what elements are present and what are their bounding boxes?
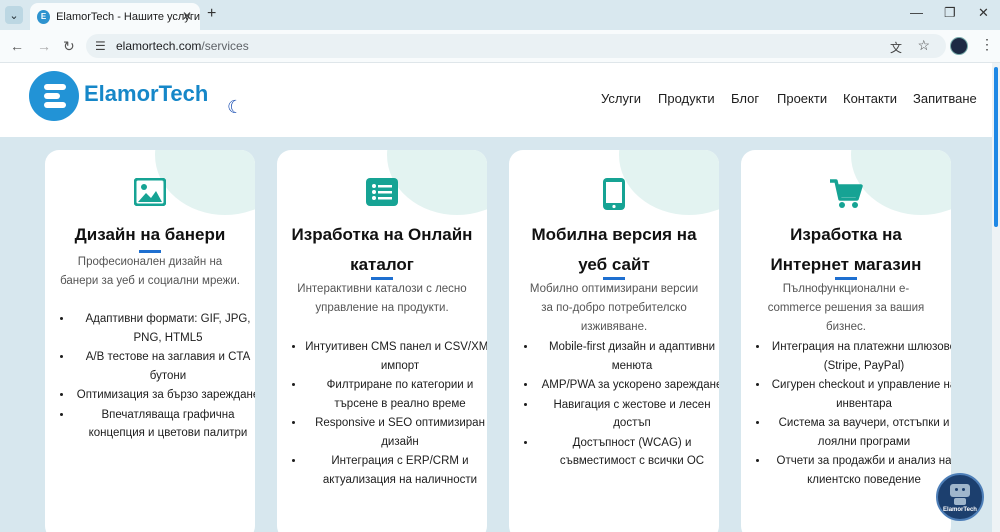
site-info-icon[interactable]: ☰ bbox=[95, 39, 106, 53]
browser-menu-icon[interactable]: ⋮ bbox=[980, 36, 994, 53]
profile-avatar[interactable] bbox=[950, 37, 968, 55]
tab-close-icon[interactable]: ✕ bbox=[182, 9, 192, 23]
mobile-icon bbox=[509, 178, 719, 217]
minimize-icon[interactable]: — bbox=[910, 5, 923, 20]
card-description: Професионален дизайн на банери за уеб и … bbox=[60, 256, 240, 287]
restore-icon[interactable]: ❐ bbox=[944, 5, 956, 21]
list-item: Отчети за продажби и анализ на клиентско… bbox=[769, 452, 952, 489]
back-icon[interactable]: ← bbox=[10, 38, 24, 54]
url-text: elamortech.com/services bbox=[116, 39, 249, 53]
chatbot-label: ElamorTech bbox=[943, 507, 977, 513]
feature-list: Mobile-first дизайн и адаптивни менюта A… bbox=[521, 338, 719, 472]
image-icon bbox=[45, 177, 255, 213]
list-item: Интеграция на платежни шлюзове (Stripe, … bbox=[769, 338, 951, 375]
nav-link-projects[interactable]: Проекти bbox=[777, 91, 827, 106]
url-host: elamortech.com bbox=[116, 39, 202, 53]
nav-link-services[interactable]: Услуги bbox=[601, 91, 641, 106]
list-icon bbox=[277, 178, 487, 213]
reload-icon[interactable]: ↻ bbox=[63, 38, 75, 55]
service-card-catalog: Изработка на Онлайн каталог Интерактивни… bbox=[277, 150, 487, 532]
dark-mode-moon-icon[interactable]: ☾ bbox=[227, 97, 243, 118]
list-item: Система за ваучери, отстъпки и лоялни пр… bbox=[769, 414, 951, 451]
cart-icon bbox=[741, 178, 951, 217]
list-item: Mobile-first дизайн и адаптивни менюта bbox=[537, 338, 719, 375]
feature-list: Интуитивен CMS панел и CSV/XML импорт Фи… bbox=[289, 338, 487, 490]
browser-tab-strip: ⌄ E ElamorTech - Нашите услуги ✕ + — ❐ ✕ bbox=[0, 0, 1000, 30]
list-item: AMP/PWA за ускорено зареждане bbox=[537, 376, 719, 395]
card-title: Изработка на Интернет магазин bbox=[770, 225, 922, 274]
card-description: Пълнофункционални e-commerce решения за … bbox=[767, 283, 925, 333]
nav-link-contacts[interactable]: Контакти bbox=[843, 91, 897, 106]
list-item: Сигурен checkout и управление на инвента… bbox=[769, 376, 951, 413]
feature-list: Адаптивни формати: GIF, JPG, PNG, HTML5 … bbox=[57, 310, 255, 444]
tab-title: ElamorTech - Нашите услуги bbox=[56, 10, 200, 23]
address-bar-row: ← → ↻ ☰ elamortech.com/services 文 ☆ ⋮ bbox=[0, 30, 1000, 63]
list-item: Адаптивни формати: GIF, JPG, PNG, HTML5 bbox=[73, 310, 255, 347]
list-item: Responsive и SEO оптимизиран дизайн bbox=[305, 414, 487, 451]
site-header: ElamorTech ☾ Услуги Продукти Блог Проект… bbox=[0, 63, 992, 137]
service-card-banners: Дизайн на банери Професионален дизайн на… bbox=[45, 150, 255, 532]
service-card-mobile: Мобилна версия на уеб сайт Мобилно оптим… bbox=[509, 150, 719, 532]
scrollbar-thumb[interactable] bbox=[994, 67, 998, 227]
window-close-icon[interactable]: ✕ bbox=[978, 5, 989, 21]
url-input[interactable]: ☰ elamortech.com/services 文 ☆ bbox=[86, 34, 946, 58]
nav-link-blog[interactable]: Блог bbox=[731, 91, 759, 106]
forward-icon[interactable]: → bbox=[37, 38, 51, 54]
card-title: Изработка на Онлайн каталог bbox=[291, 225, 473, 274]
page-viewport: ElamorTech ☾ Услуги Продукти Блог Проект… bbox=[0, 63, 992, 532]
list-item: Оптимизация за бързо зареждане bbox=[73, 386, 255, 405]
logo-icon[interactable] bbox=[29, 71, 79, 121]
nav-link-inquiry[interactable]: Запитване bbox=[913, 91, 977, 106]
browser-tab[interactable]: E ElamorTech - Нашите услуги ✕ bbox=[30, 3, 200, 30]
list-item: A/B тестове на заглавия и CTA бутони bbox=[73, 348, 255, 385]
list-item: Впечатляваща графична концепция и цветов… bbox=[73, 406, 255, 443]
list-item: Интеграция с ERP/CRM и актуализация на н… bbox=[305, 452, 487, 489]
translate-icon[interactable]: 文 bbox=[890, 39, 902, 56]
url-path: /services bbox=[201, 39, 249, 53]
nav-link-products[interactable]: Продукти bbox=[658, 91, 715, 106]
card-title: Мобилна версия на уеб сайт bbox=[531, 225, 697, 274]
list-item: Достъпност (WCAG) и съвместимост с всичк… bbox=[537, 434, 719, 471]
service-card-eshop: Изработка на Интернет магазин Пълнофункц… bbox=[741, 150, 951, 532]
list-item: Филтриране по категории и търсене в реал… bbox=[305, 376, 487, 413]
card-title: Дизайн на банери bbox=[74, 225, 226, 244]
tab-search-icon[interactable]: ⌄ bbox=[5, 6, 23, 24]
list-item: Интуитивен CMS панел и CSV/XML импорт bbox=[305, 338, 487, 375]
chatbot-button[interactable]: ElamorTech bbox=[936, 473, 984, 521]
card-description: Мобилно оптимизирани версии за по-добро … bbox=[529, 283, 699, 333]
robot-icon bbox=[950, 484, 970, 497]
site-favicon-icon: E bbox=[37, 9, 51, 24]
list-item: Навигация с жестове и лесен достъп bbox=[537, 396, 719, 433]
card-description: Интерактивни каталози с лесно управление… bbox=[297, 283, 467, 314]
bookmark-star-icon[interactable]: ☆ bbox=[917, 37, 930, 54]
logo-text[interactable]: ElamorTech bbox=[84, 81, 208, 107]
new-tab-icon[interactable]: + bbox=[207, 5, 216, 23]
feature-list: Интеграция на платежни шлюзове (Stripe, … bbox=[753, 338, 951, 490]
